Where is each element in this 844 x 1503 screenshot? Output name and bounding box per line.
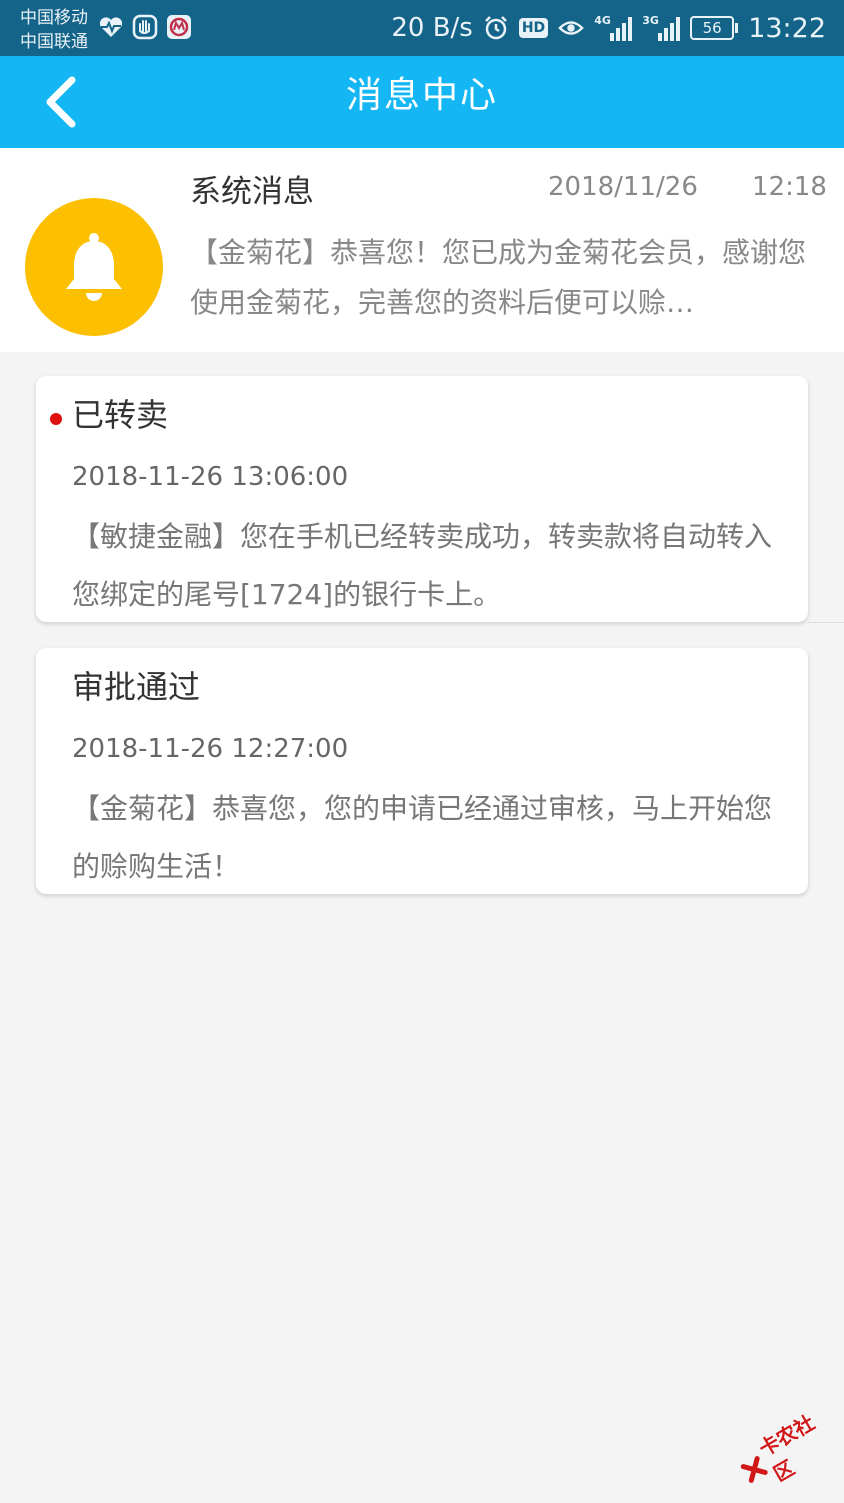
- message-card[interactable]: 审批通过 2018-11-26 12:27:00 【金菊花】恭喜您，您的申请已经…: [36, 648, 808, 894]
- divider: [808, 622, 844, 623]
- page-title: 消息中心: [345, 75, 498, 116]
- heart-rate-icon: [98, 14, 124, 40]
- message-title: 审批通过: [72, 668, 201, 706]
- status-clock: 13:22: [748, 12, 826, 44]
- watermark: 卡农社区: [729, 1397, 844, 1502]
- status-right: 20 B/s HD 4G 3G 56 13:22: [391, 0, 826, 56]
- system-message-preview: 【金菊花】恭喜您！您已成为金菊花会员，感谢您使用金菊花，完善您的资料后便可以赊…: [190, 236, 807, 319]
- signal-4g-icon: 4G: [594, 14, 633, 41]
- eye-icon: [558, 15, 584, 41]
- hand-icon: [132, 14, 158, 40]
- status-bar: 中国移动 中国联通 20 B/s HD 4G 3G 56 13:22: [0, 0, 844, 56]
- alarm-icon: [483, 15, 509, 41]
- carrier-labels: 中国移动 中国联通: [20, 6, 88, 54]
- system-message-time: 12:18: [752, 172, 827, 202]
- message-time: 2018-11-26 13:06:00: [72, 462, 349, 492]
- net-speed: 20 B/s: [391, 13, 473, 43]
- bell-icon: [66, 233, 122, 301]
- system-message-title: 系统消息: [190, 174, 314, 210]
- hd-badge: HD: [518, 18, 549, 38]
- notification-icons: [98, 14, 192, 40]
- system-message-avatar: [25, 198, 163, 336]
- carrier-2: 中国联通: [20, 32, 88, 52]
- carrier-1: 中国移动: [20, 8, 88, 28]
- network-type-1: 4G: [594, 14, 611, 27]
- message-body: 【金菊花】恭喜您，您的申请已经通过审核，马上开始您的赊购生活！: [72, 792, 773, 883]
- message-time: 2018-11-26 12:27:00: [72, 734, 349, 764]
- message-body: 【敏捷金融】您在手机已经转卖成功，转卖款将自动转入您绑定的尾号[1724]的银行…: [72, 520, 773, 611]
- unread-dot: [50, 413, 62, 425]
- bank-logo-icon: [166, 14, 192, 40]
- battery-icon: 56: [690, 16, 739, 40]
- battery-level: 56: [690, 16, 735, 40]
- signal-3g-icon: 3G: [642, 14, 681, 41]
- system-message-date: 2018/11/26: [548, 172, 698, 202]
- network-type-2: 3G: [642, 14, 659, 27]
- message-card[interactable]: 已转卖 2018-11-26 13:06:00 【敏捷金融】您在手机已经转卖成功…: [36, 376, 808, 622]
- system-message-item[interactable]: 系统消息 2018/11/26 12:18 【金菊花】恭喜您！您已成为金菊花会员…: [0, 148, 844, 352]
- message-title: 已转卖: [72, 396, 169, 434]
- app-header: 消息中心: [0, 56, 844, 148]
